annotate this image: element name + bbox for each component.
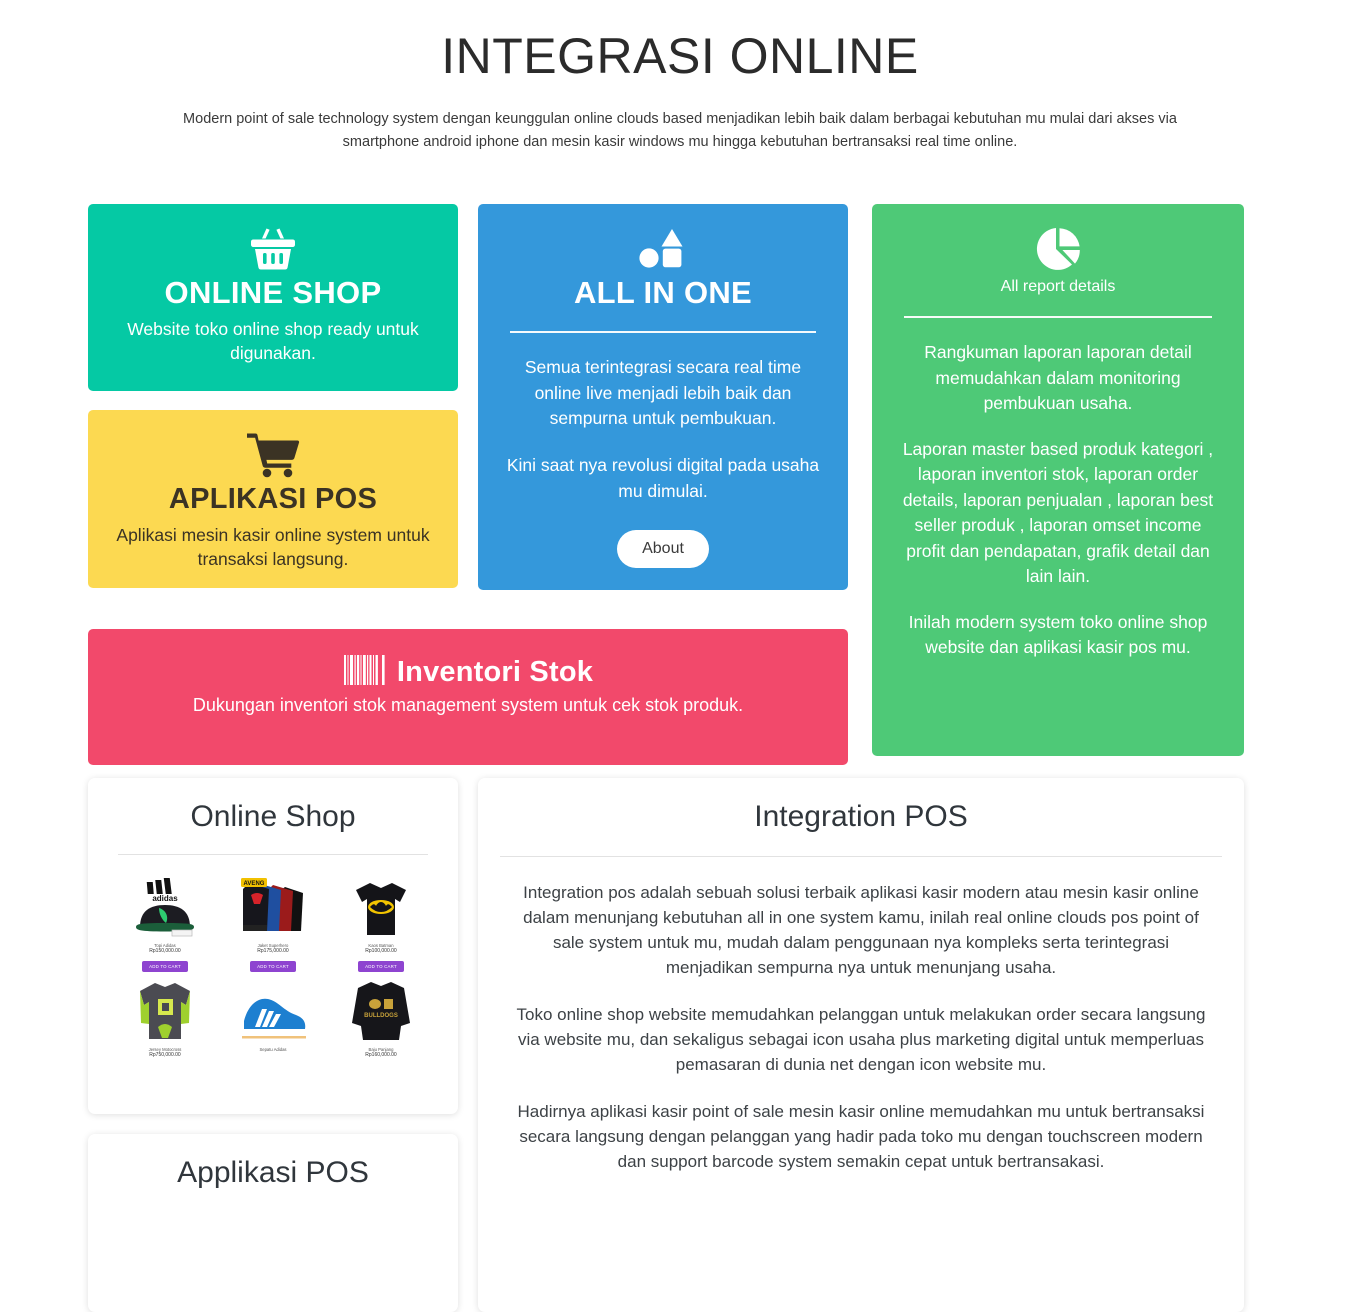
card-report-para-3: Inilah modern system toko online shop we… bbox=[908, 611, 1208, 658]
card-online-shop-title: ONLINE SHOP bbox=[164, 275, 382, 310]
product-name: Sepatu Adidas bbox=[259, 1046, 287, 1052]
product-grid: adidas Topi Adidas Rp150,000.00 ADD TO C… bbox=[88, 855, 458, 1059]
about-button[interactable]: About bbox=[617, 530, 709, 569]
panel-online-shop-title: Online Shop bbox=[190, 800, 356, 833]
product-card[interactable]: BULLDOGS Baju Panjang Rp160,000.00 bbox=[330, 977, 432, 1059]
svg-text:BULLDOGS: BULLDOGS bbox=[364, 1013, 398, 1019]
panel-integration-pos-title: Integration POS bbox=[754, 800, 968, 833]
card-all-in-one-title: ALL IN ONE bbox=[573, 275, 753, 310]
panel-integration-pos-body: Integration pos adalah sebuah solusi ter… bbox=[478, 857, 1244, 1175]
product-card[interactable]: AVENG Jaket Superhero Rp175,000.00 ADD T… bbox=[222, 873, 324, 973]
product-price: Rp100,000.00 bbox=[365, 948, 397, 955]
card-inventori-desc: Dukungan inventori stok management syste… bbox=[192, 695, 744, 715]
product-card[interactable]: Sepatu Adidas bbox=[222, 977, 324, 1059]
card-aplikasi-pos-title: APLIKASI POS bbox=[168, 483, 378, 515]
page-subtitle: Modern point of sale technology system d… bbox=[183, 110, 1177, 151]
batman-tshirt-image bbox=[330, 873, 432, 939]
product-price: Rp175,000.00 bbox=[257, 948, 289, 955]
product-card[interactable]: Kaos Batman Rp100,000.00 ADD TO CART bbox=[330, 873, 432, 973]
feature-column-middle: ALL IN ONE Semua terintegrasi secara rea… bbox=[478, 204, 848, 590]
product-card[interactable]: Jersey Motocross Rp750,000.00 bbox=[114, 977, 216, 1059]
feature-column-right: All report details Rangkuman laporan lap… bbox=[872, 204, 1244, 756]
panel-applikasi-pos: Applikasi POS bbox=[88, 1134, 458, 1312]
card-all-in-one[interactable]: ALL IN ONE Semua terintegrasi secara rea… bbox=[478, 204, 848, 590]
svg-text:adidas: adidas bbox=[152, 894, 178, 903]
product-card[interactable]: adidas Topi Adidas Rp150,000.00 ADD TO C… bbox=[114, 873, 216, 973]
product-price: Rp750,000.00 bbox=[149, 1052, 181, 1059]
page-root: INTEGRASI ONLINE Modern point of sale te… bbox=[0, 0, 1360, 1312]
add-to-cart-button[interactable]: ADD TO CART bbox=[250, 960, 296, 972]
product-price: Rp160,000.00 bbox=[365, 1052, 397, 1059]
black-longsleeve-image: BULLDOGS bbox=[330, 977, 432, 1043]
card-online-shop[interactable]: ONLINE SHOP Website toko online shop rea… bbox=[88, 204, 458, 391]
card-report-para-2: Laporan master based produk kategori , l… bbox=[902, 438, 1214, 587]
add-to-cart-button[interactable]: ADD TO CART bbox=[358, 960, 404, 972]
card-all-in-one-para-1: Semua terintegrasi secara real time onli… bbox=[524, 357, 802, 428]
adidas-cap-image: adidas bbox=[114, 873, 216, 939]
shopping-cart-icon bbox=[112, 430, 434, 478]
card-aplikasi-pos-desc: Aplikasi mesin kasir online system untuk… bbox=[116, 524, 430, 569]
panel-integration-pos: Integration POS Integration pos adalah s… bbox=[478, 778, 1244, 1312]
integration-para-2: Toko online shop website memudahkan pela… bbox=[516, 1004, 1206, 1074]
panel-applikasi-pos-title: Applikasi POS bbox=[177, 1156, 369, 1189]
card-inventori-title: Inventori Stok bbox=[396, 656, 594, 688]
card-inventori-stok[interactable]: Inventori Stok Dukungan inventori stok m… bbox=[88, 629, 848, 765]
shapes-icon bbox=[504, 226, 822, 270]
card-aplikasi-pos[interactable]: APLIKASI POS Aplikasi mesin kasir online… bbox=[88, 410, 458, 588]
card-inventori-title-row: Inventori Stok bbox=[112, 655, 824, 690]
add-to-cart-button[interactable]: ADD TO CART bbox=[142, 960, 188, 972]
feature-column-left: ONLINE SHOP Website toko online shop rea… bbox=[88, 204, 458, 588]
card-online-shop-desc: Website toko online shop ready untuk dig… bbox=[127, 319, 419, 364]
superhero-jackets-image: AVENG bbox=[222, 873, 324, 939]
card-all-report-details[interactable]: All report details Rangkuman laporan lap… bbox=[872, 204, 1244, 756]
adidas-sneaker-image bbox=[222, 977, 324, 1043]
pie-chart-icon bbox=[898, 226, 1218, 274]
panel-online-shop: Online Shop adidas Topi Adidas Rp150,000… bbox=[88, 778, 458, 1114]
barcode-icon bbox=[343, 655, 387, 690]
shopping-basket-icon bbox=[112, 226, 434, 270]
divider bbox=[510, 331, 816, 334]
svg-text:AVENG: AVENG bbox=[244, 881, 265, 887]
integration-para-1: Integration pos adalah sebuah solusi ter… bbox=[523, 883, 1199, 977]
product-price: Rp150,000.00 bbox=[149, 948, 181, 955]
card-all-in-one-para-2: Kini saat nya revolusi digital pada usah… bbox=[506, 455, 820, 501]
integration-para-3: Hadirnya aplikasi kasir point of sale me… bbox=[517, 1101, 1205, 1171]
card-report-para-1: Rangkuman laporan laporan detail memudah… bbox=[924, 342, 1192, 414]
card-report-label: All report details bbox=[1000, 278, 1116, 295]
divider bbox=[904, 316, 1212, 318]
page-title: INTEGRASI ONLINE bbox=[441, 28, 919, 84]
motocross-jersey-image bbox=[114, 977, 216, 1043]
